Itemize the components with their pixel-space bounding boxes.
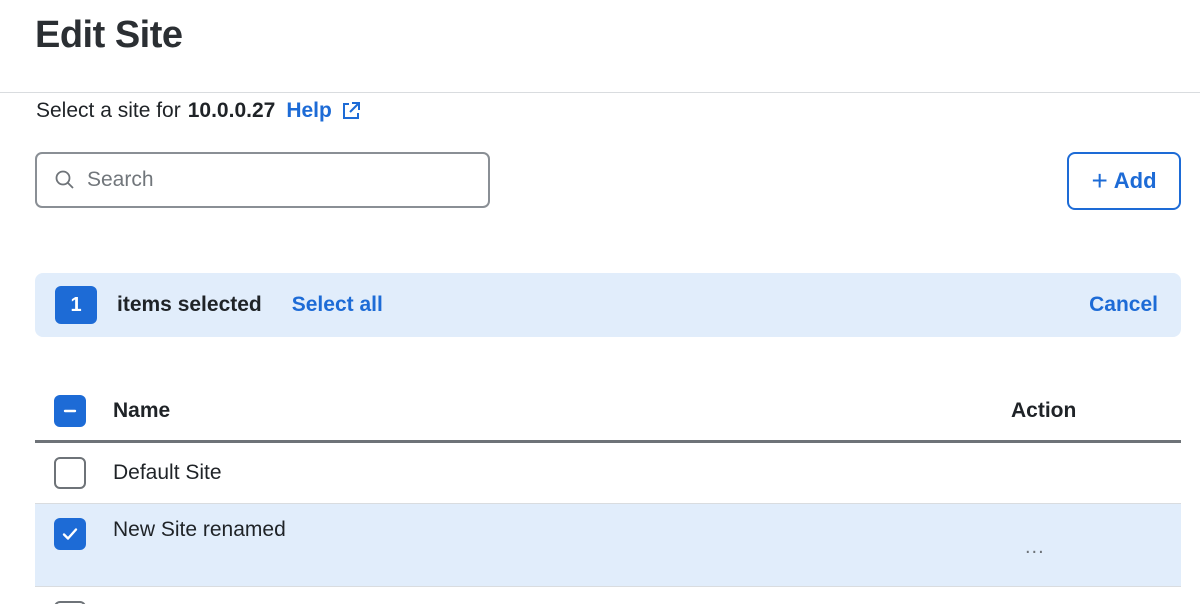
search-field[interactable] — [35, 152, 490, 208]
row-checkbox[interactable] — [54, 518, 86, 550]
site-name: New Site renamed — [113, 518, 286, 541]
external-link-icon — [342, 102, 360, 119]
plus-icon: + — [1091, 165, 1108, 196]
search-icon — [55, 170, 74, 189]
sites-table: Name Action Default Site New Site rename… — [35, 382, 1181, 604]
add-button-label: Add — [1113, 168, 1157, 193]
row-checkbox[interactable] — [54, 457, 86, 489]
subtitle-text: Select a site for — [36, 99, 181, 122]
subtitle: Select a site for 10.0.0.27 Help — [36, 96, 361, 126]
site-name: Default Site — [113, 461, 222, 484]
selection-bar: 1 items selected Select all Cancel — [35, 273, 1181, 337]
select-all-link[interactable]: Select all — [292, 293, 383, 317]
selected-text: items selected — [117, 293, 262, 316]
table-row[interactable]: Default Site — [35, 443, 1181, 504]
help-link[interactable]: Help — [286, 99, 361, 123]
selected-count-badge: 1 — [55, 286, 97, 324]
cancel-selection-link[interactable]: Cancel — [1089, 293, 1158, 317]
column-header-action: Action — [1011, 399, 1077, 422]
help-label: Help — [286, 99, 332, 122]
device-ip: 10.0.0.27 — [187, 99, 276, 122]
table-row[interactable] — [35, 587, 1181, 604]
checkmark-icon — [62, 528, 78, 540]
header-divider — [0, 92, 1200, 93]
add-button[interactable]: + Add — [1067, 152, 1181, 210]
more-actions-icon[interactable]: ... — [1025, 536, 1049, 559]
search-input[interactable] — [87, 168, 447, 192]
page-title: Edit Site — [35, 14, 183, 56]
select-all-checkbox[interactable] — [54, 395, 86, 427]
table-row[interactable]: New Site renamed ... — [35, 504, 1181, 587]
edit-site-dialog: Edit Site Select a site for 10.0.0.27 He… — [0, 0, 1200, 604]
column-header-name: Name — [113, 399, 171, 422]
table-header: Name Action — [35, 382, 1181, 443]
minus-icon — [63, 409, 77, 413]
